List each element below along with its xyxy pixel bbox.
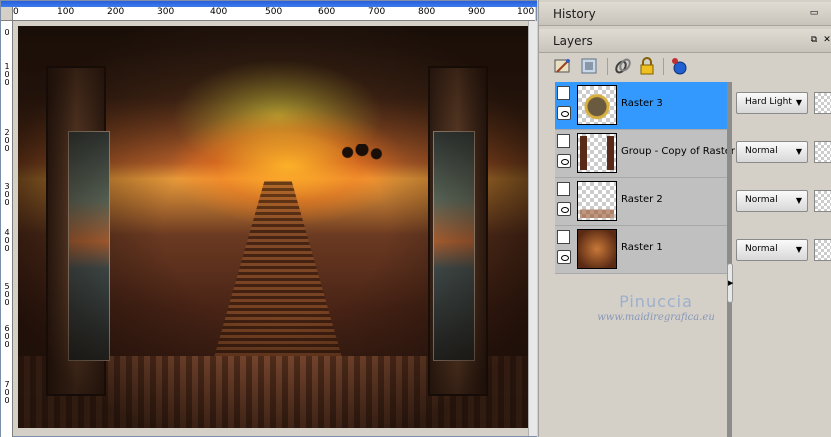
eye-icon[interactable]: [557, 250, 571, 264]
toolbar-separator: [663, 58, 664, 75]
blend-mode-value: Normal: [745, 244, 778, 254]
layer-page-icon[interactable]: [557, 86, 570, 100]
layer-thumbnail: [577, 181, 617, 221]
layer-page-icon[interactable]: [557, 182, 570, 196]
ruler-tick: 0: [4, 78, 10, 87]
watermark-author: Pinuccia: [619, 292, 693, 311]
ruler-tick: 500: [265, 7, 283, 17]
ruler-corner: [1, 7, 13, 21]
blend-mode-dropdown[interactable]: Normal ▼: [736, 190, 808, 212]
ruler-tick: 0: [13, 7, 19, 17]
blend-mode-value: Normal: [745, 195, 778, 205]
ruler-tick: 0: [4, 244, 10, 253]
thumbnail-image: [580, 184, 614, 218]
watermark-url: www.maidiregrafica.eu: [597, 312, 715, 323]
eye-icon[interactable]: [557, 202, 571, 216]
mask-icon[interactable]: [579, 56, 599, 76]
layer-page-icon[interactable]: [557, 134, 570, 148]
restore-icon[interactable]: ⧉: [809, 35, 819, 45]
layers-palette-header[interactable]: Layers ⧉ ✕: [539, 29, 831, 53]
blend-mode-dropdown[interactable]: Hard Light ▼: [736, 92, 808, 114]
ruler-tick: 0: [4, 198, 10, 207]
dropdown-arrow-icon: ▼: [795, 196, 802, 205]
vertical-scrollbar[interactable]: [528, 21, 537, 436]
ruler-tick: 0: [4, 28, 10, 37]
opacity-swatch[interactable]: [814, 141, 831, 163]
layer-name: Raster 3: [621, 98, 663, 109]
eye-icon[interactable]: [557, 154, 571, 168]
vignette-overlay: [18, 26, 532, 428]
ruler-tick: 600: [318, 7, 336, 17]
layer-thumbnail: [577, 229, 617, 269]
ruler-tick: 300: [157, 7, 175, 17]
toolbar-separator: [607, 58, 608, 75]
brush-icon[interactable]: [553, 56, 573, 76]
palette-panel: History ▭ Layers ⧉ ✕ Raster 3 Group - Co…: [538, 0, 831, 437]
layer-row-raster-3[interactable]: Raster 3: [555, 82, 727, 130]
layer-row-raster-2[interactable]: Raster 2: [555, 178, 727, 226]
layers-title: Layers: [553, 34, 593, 48]
close-icon[interactable]: ✕: [822, 35, 831, 45]
thumbnail-image: [580, 136, 614, 170]
history-title: History: [553, 7, 596, 21]
paint-bucket-icon[interactable]: [669, 56, 689, 76]
ruler-tick: 0: [4, 396, 10, 405]
blend-mode-value: Normal: [745, 146, 778, 156]
ruler-tick: 0: [4, 340, 10, 349]
dropdown-arrow-icon: ▼: [795, 245, 802, 254]
ruler-tick: 200: [107, 7, 125, 17]
dropdown-arrow-icon: ▼: [795, 147, 802, 156]
ruler-tick: 900: [468, 7, 486, 17]
lock-icon[interactable]: [637, 56, 657, 76]
layer-row-group-copy[interactable]: Group - Copy of Raster 1: [555, 130, 745, 178]
canvas-area[interactable]: [13, 21, 535, 436]
layer-thumbnail: [577, 133, 617, 173]
eye-icon[interactable]: [557, 106, 571, 120]
document-window: 0 100 200 300 400 500 600 700 800 900 10…: [0, 0, 537, 437]
layer-page-icon[interactable]: [557, 230, 570, 244]
thumbnail-image: [580, 88, 614, 122]
ruler-tick: 800: [418, 7, 436, 17]
layer-row-raster-1[interactable]: Raster 1: [555, 226, 727, 274]
layer-name: Raster 2: [621, 194, 663, 205]
layers-list: Raster 3 Group - Copy of Raster 1 Raster…: [555, 82, 745, 274]
blend-mode-dropdown[interactable]: Normal ▼: [736, 239, 808, 261]
layer-thumbnail: [577, 85, 617, 125]
opacity-swatch[interactable]: [814, 239, 831, 261]
ruler-tick: 100: [57, 7, 75, 17]
thumbnail-image: [578, 230, 616, 268]
history-palette-header[interactable]: History ▭: [539, 2, 831, 26]
link-icon[interactable]: [613, 56, 633, 76]
panel-splitter[interactable]: [727, 82, 732, 437]
collapse-arrow-icon[interactable]: ▶: [728, 279, 733, 287]
layer-name: Raster 1: [621, 242, 663, 253]
dropdown-arrow-icon: ▼: [795, 98, 802, 107]
app-root: 0 100 200 300 400 500 600 700 800 900 10…: [0, 0, 831, 437]
blend-mode-value: Hard Light: [745, 97, 792, 107]
opacity-swatch[interactable]: [814, 190, 831, 212]
blend-mode-column: Hard Light ▼ Normal ▼ Normal ▼ Normal ▼: [732, 82, 831, 274]
opacity-swatch[interactable]: [814, 92, 831, 114]
ruler-tick: 0: [4, 144, 10, 153]
ruler-tick: 400: [210, 7, 228, 17]
watermark: Pinuccia www.maidiregrafica.eu: [591, 292, 721, 323]
ruler-tick: 100: [517, 7, 535, 17]
blend-mode-dropdown[interactable]: Normal ▼: [736, 141, 808, 163]
image-canvas[interactable]: [18, 26, 532, 428]
maximize-icon[interactable]: ▭: [809, 8, 819, 18]
ruler-tick: 700: [368, 7, 386, 17]
top-ruler: 0 100 200 300 400 500 600 700 800 900 10…: [13, 7, 535, 21]
layers-toolbar: [553, 56, 823, 78]
ruler-tick: 0: [4, 298, 10, 307]
left-ruler: 0 1 0 0 2 0 0 3 0 0 4 0 0 5 0 0 6 0 0 7 …: [1, 21, 13, 437]
